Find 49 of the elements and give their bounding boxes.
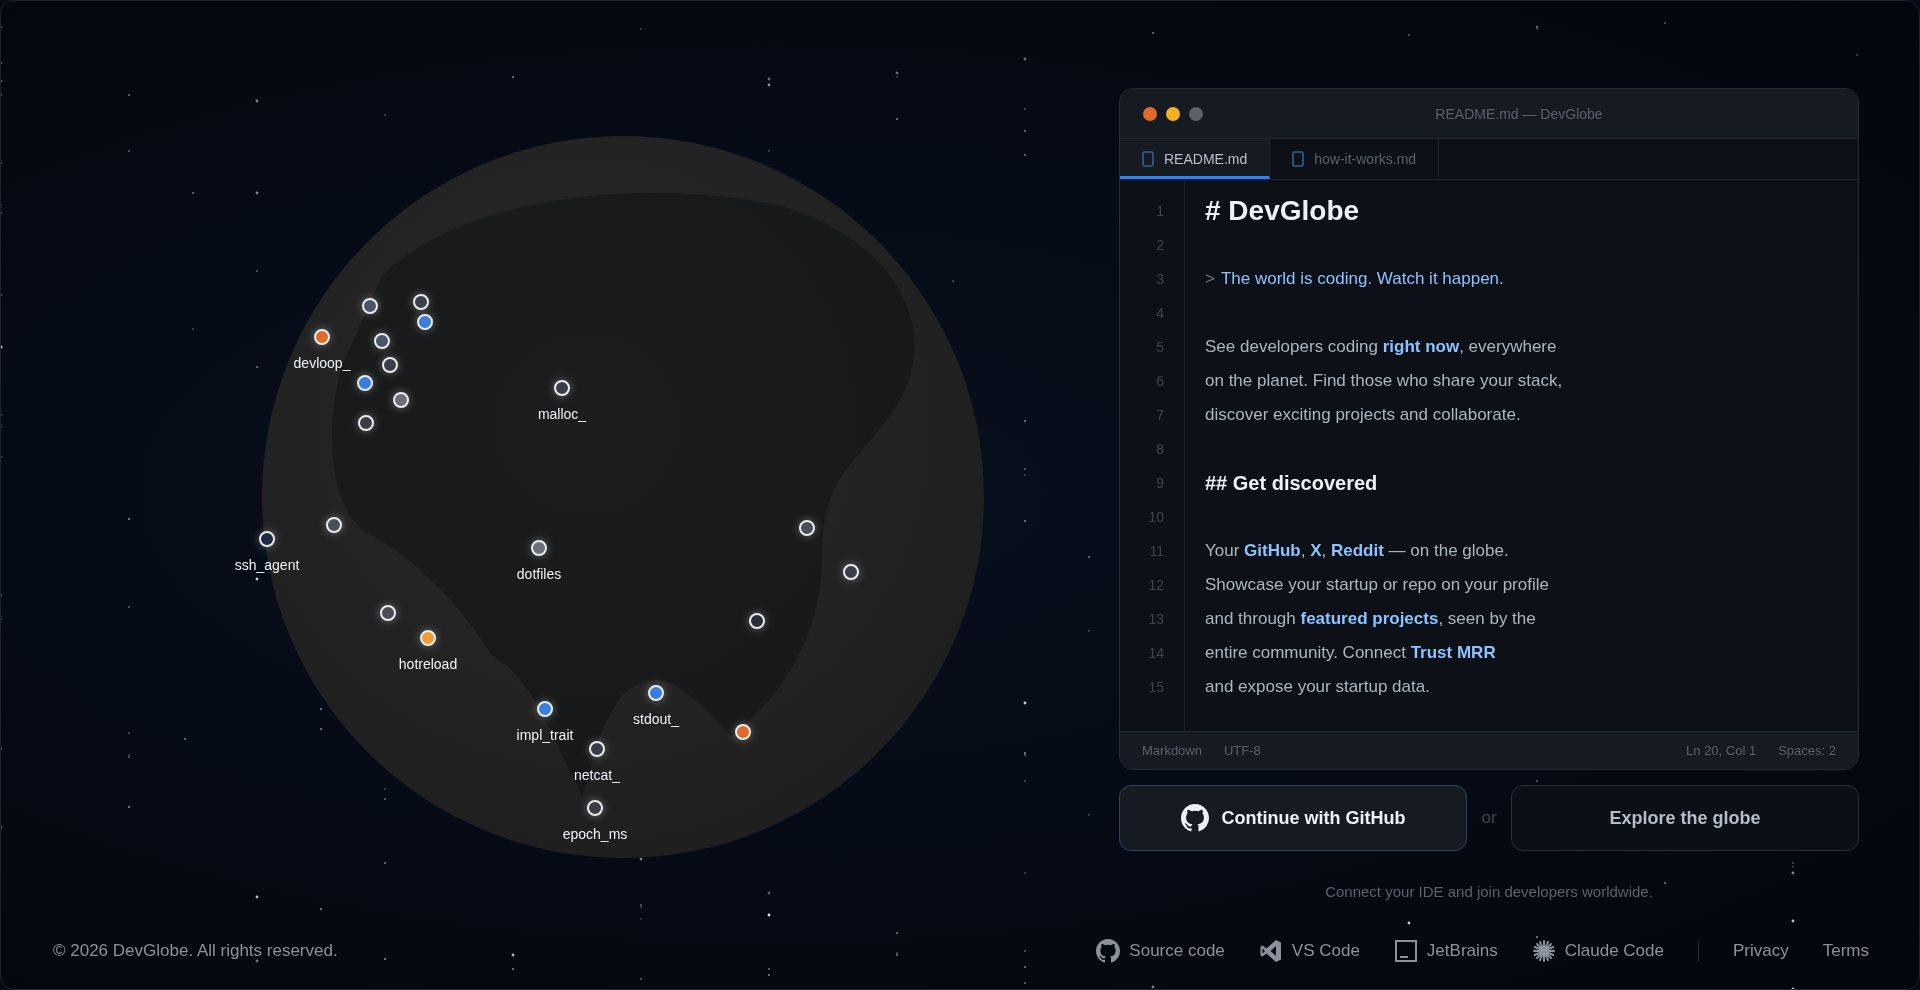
footer-link[interactable]: VS Code [1258,939,1360,963]
status-item: Spaces: 2 [1778,743,1836,758]
file-icon [1292,151,1305,167]
body-text: Showcase your startup or repo on your profile [1205,575,1549,594]
subheading: ## Get discovered [1205,471,1378,494]
code-editor-icon [1258,939,1283,963]
body-text: See developers coding right now, everywhere [1205,337,1557,356]
pin-label: malloc_ [537,406,587,422]
pin-label: dotfiles [516,566,562,582]
body-text: and expose your startup data. [1205,677,1430,696]
pin-label: devloop_ [293,355,351,371]
starburst-icon [1531,939,1556,963]
pin-label: impl_trait [516,727,574,743]
pin-label: epoch_ms [562,826,628,842]
github-login-button[interactable]: Continue with GitHub [1119,785,1467,851]
zoom-dot[interactable] [1189,106,1203,121]
quote-marker: > [1205,269,1215,288]
status-item: Markdown [1142,743,1202,758]
github-icon [1180,804,1209,832]
status-item: Ln 20, Col 1 [1686,743,1757,758]
footer-link[interactable]: Terms [1822,941,1869,961]
status-item: UTF-8 [1223,743,1261,758]
pin-label: netcat_ [574,767,620,783]
footer-link[interactable]: Claude Code [1531,939,1664,963]
body-text: entire community. Connect Trust MRR [1205,643,1496,662]
footer-link[interactable]: Source code [1096,939,1225,963]
file-icon [1142,151,1154,167]
square-logo-icon [1393,939,1418,963]
caption-text: Connect your IDE and join developers worldwide. [1324,883,1654,900]
quote-text: The world is coding. Watch it happen. [1220,269,1504,288]
body-text: Your GitHub, X, Reddit — on the globe. [1205,541,1509,560]
file-tab[interactable]: README.md [1120,139,1271,179]
close-dot[interactable] [1143,106,1157,121]
heading: # DevGlobe [1205,195,1360,226]
body-text: on the planet. Find those who share your stack, [1205,371,1563,390]
pin-label: stdout_ [633,711,679,727]
body-text: and through featured projects, seen by the [1205,609,1536,628]
footer-link[interactable]: Privacy [1733,941,1789,961]
or-separator: or [1480,808,1498,828]
body-text: discover exciting projects and collaborate. [1205,405,1521,424]
explore-button[interactable]: Explore the globe [1511,785,1859,851]
github-icon [1096,939,1121,963]
footer-link[interactable]: JetBrains [1393,939,1498,963]
minimize-dot[interactable] [1166,106,1180,121]
pin-label: ssh_agent [234,557,300,573]
window-title: README.md — DevGlobe [1434,105,1604,122]
map-pin[interactable] [259,531,275,547]
pin-label: hotreload [398,656,458,672]
copyright-text: © 2026 DevGlobe. All rights reserved. [53,941,338,961]
